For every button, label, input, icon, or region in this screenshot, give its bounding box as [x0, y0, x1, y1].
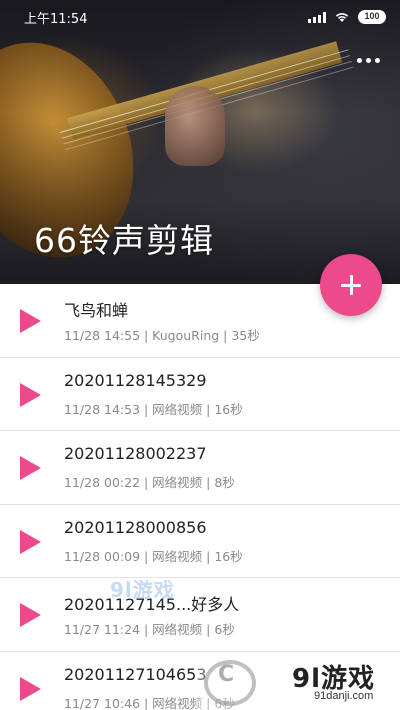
item-meta: 11/28 14:55 | KugouRing | 35秒: [64, 328, 260, 343]
app-title: 66铃声剪辑: [34, 221, 214, 260]
list-item[interactable]: 20201128002237 11/28 00:22 | 网络视频 | 8秒: [0, 431, 400, 505]
play-icon[interactable]: [20, 382, 41, 407]
signal-icon: [308, 11, 326, 23]
more-dots-icon: [356, 57, 380, 63]
play-icon[interactable]: [20, 529, 41, 554]
ringtone-list: 飞鸟和蝉 11/28 14:55 | KugouRing | 35秒 20201…: [0, 284, 400, 710]
wifi-icon: [335, 13, 349, 22]
item-title: 20201128145329: [64, 370, 207, 390]
watermark-corner: C 9l游戏 91danji.com: [196, 654, 400, 710]
item-title: 20201128000856: [64, 517, 207, 537]
item-meta: 11/27 11:24 | 网络视频 | 6秒: [64, 622, 235, 637]
battery-icon: 100: [358, 10, 386, 24]
play-icon[interactable]: [20, 676, 41, 701]
watermark-center: 9l游戏: [110, 578, 175, 602]
plus-icon: [341, 275, 361, 295]
status-time: 上午11:54: [24, 11, 88, 27]
play-icon[interactable]: [20, 456, 41, 480]
item-title: 20201127104653: [64, 664, 207, 684]
list-item[interactable]: 20201128000856 11/28 00:09 | 网络视频 | 16秒: [0, 504, 400, 578]
watermark-url: 91danji.com: [314, 690, 374, 702]
add-ringtone-button[interactable]: [320, 254, 382, 316]
item-meta: 11/28 14:53 | 网络视频 | 16秒: [64, 401, 243, 417]
item-meta: 11/28 00:22 | 网络视频 | 8秒: [64, 475, 235, 490]
play-icon[interactable]: [20, 309, 41, 333]
list-item[interactable]: 20201128145329 11/28 14:53 | 网络视频 | 16秒: [0, 357, 400, 431]
more-menu-button[interactable]: [354, 50, 382, 70]
status-bar: 上午11:54 100: [0, 0, 400, 34]
list-item[interactable]: 20201127145...好多人 11/27 11:24 | 网络视频 | 6…: [0, 578, 400, 652]
item-title: 20201128002237: [64, 444, 207, 463]
item-title: 飞鸟和蝉: [64, 301, 129, 320]
item-meta: 11/28 00:09 | 网络视频 | 16秒: [64, 548, 243, 564]
play-icon[interactable]: [20, 603, 41, 627]
